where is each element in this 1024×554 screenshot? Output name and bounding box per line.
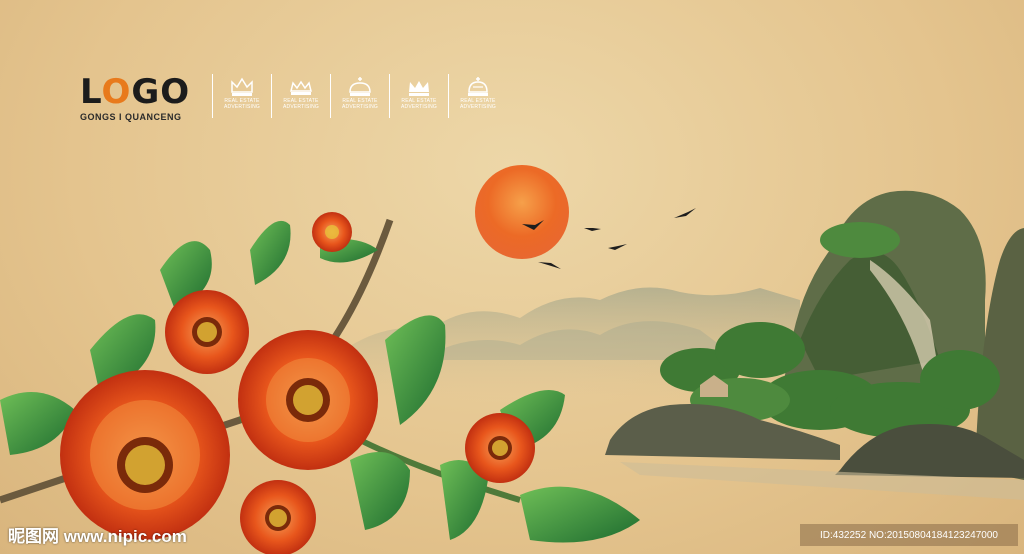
crown-icon xyxy=(349,77,371,96)
crown-icon xyxy=(290,80,312,95)
logo-subtitle: GONGS I QUANCENG xyxy=(80,112,182,122)
flower xyxy=(165,290,249,374)
crown-icon xyxy=(409,81,429,96)
flower xyxy=(60,370,230,540)
logo: LOGO GONGS I QUANCENG xyxy=(80,74,190,122)
bird xyxy=(674,208,696,218)
bird xyxy=(608,244,627,250)
flower xyxy=(240,480,316,554)
crown-badges: REAL ESTATE ADVERTISING REAL ESTATE ADVE… xyxy=(212,74,507,118)
sun xyxy=(475,165,569,259)
crown-icon xyxy=(468,77,488,96)
crown-badge: REAL ESTATE ADVERTISING xyxy=(389,74,448,118)
flower xyxy=(465,413,535,483)
leaf xyxy=(520,486,640,543)
watermark-left: 昵图网 www.nipic.com xyxy=(8,527,187,546)
leaf xyxy=(350,452,410,530)
bird xyxy=(584,228,601,231)
crown-badge: REAL ESTATE ADVERTISING xyxy=(271,74,330,118)
leaf xyxy=(250,220,291,285)
bird xyxy=(538,262,561,269)
crown-badge: REAL ESTATE ADVERTISING xyxy=(448,74,507,118)
crown-badge: REAL ESTATE ADVERTISING xyxy=(330,74,389,118)
crown-icon xyxy=(231,77,253,96)
poster-background: LOGO GONGS I QUANCENG REAL ESTATE ADVERT… xyxy=(0,0,1024,554)
watermark-id: ID:432252 NO:20150804184123247000 xyxy=(800,524,1018,546)
flower xyxy=(312,212,352,252)
logo-wordmark: LOGO xyxy=(80,72,191,112)
crown-badge: REAL ESTATE ADVERTISING xyxy=(212,74,271,118)
flower xyxy=(238,330,378,470)
